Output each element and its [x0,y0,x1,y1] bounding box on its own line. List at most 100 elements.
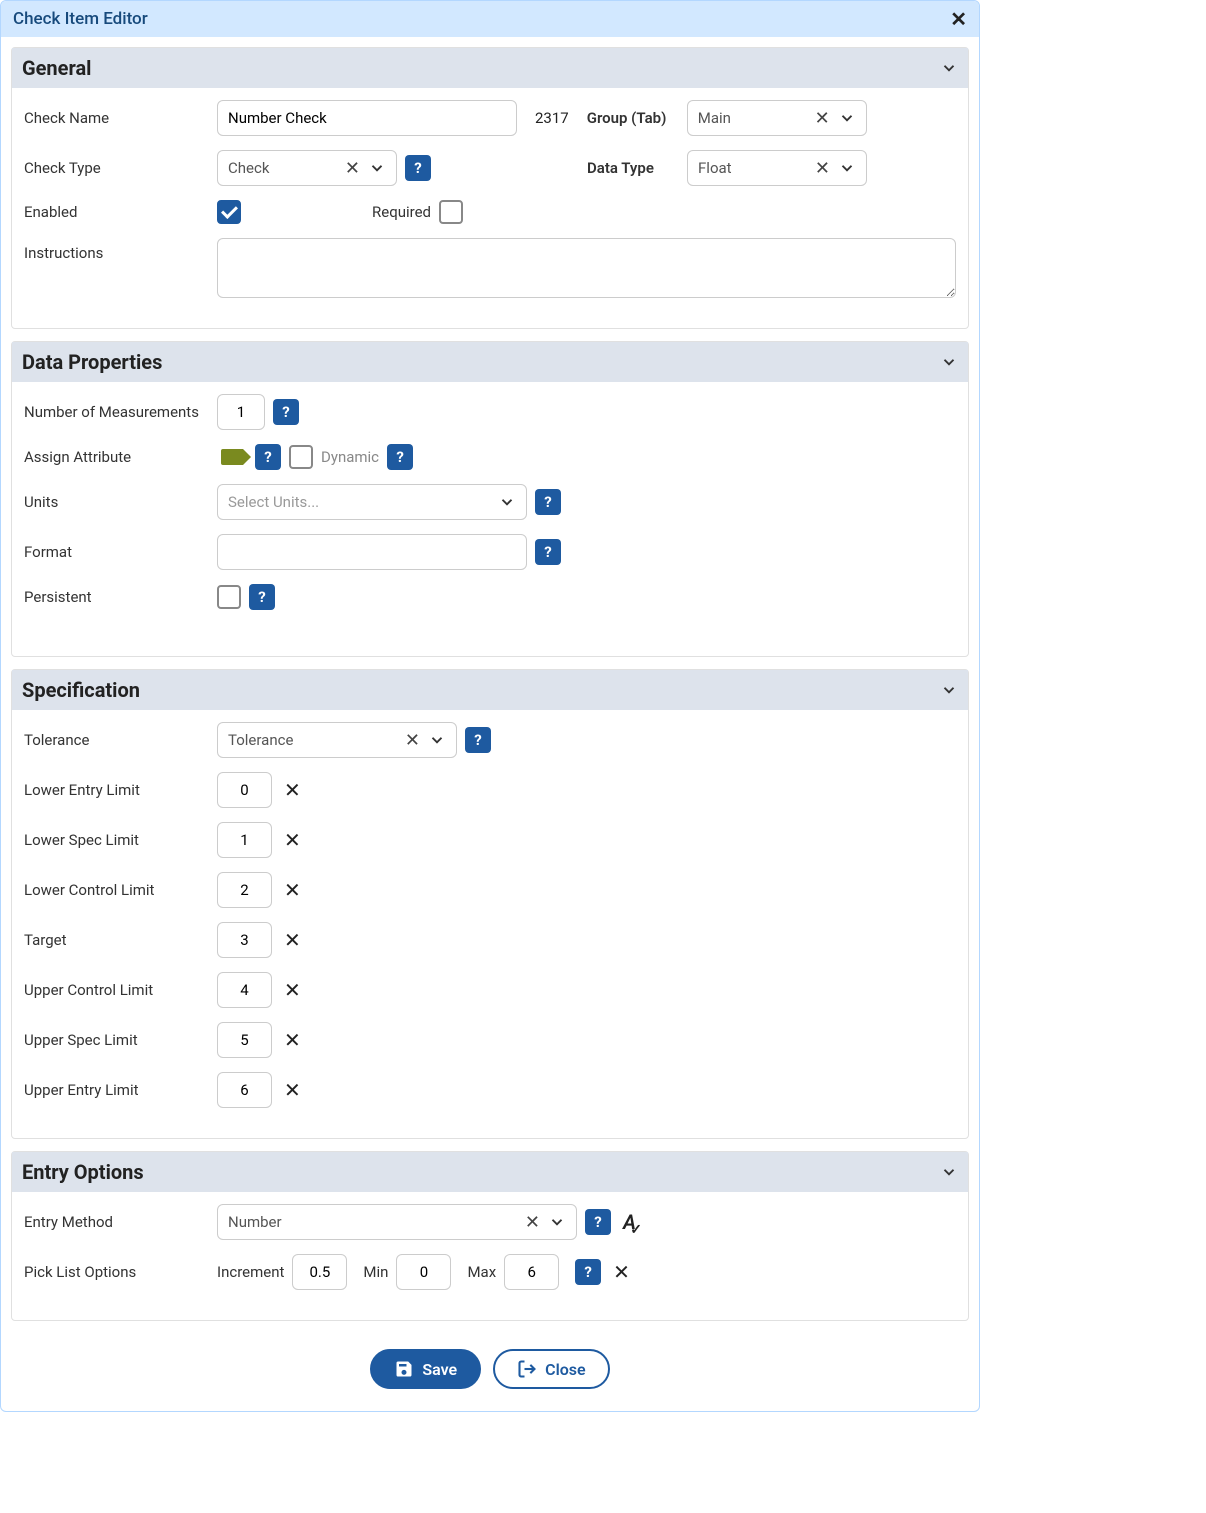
group-value: Main [698,109,811,127]
check-name-input[interactable] [217,100,517,136]
clear-icon[interactable]: ✕ [525,1212,540,1233]
clear-icon[interactable]: ✕ [280,978,305,1002]
help-icon[interactable]: ? [465,727,491,753]
max-input[interactable] [504,1254,559,1290]
check-type-label: Check Type [24,159,209,177]
spec-field-label: Upper Entry Limit [24,1081,209,1099]
units-label: Units [24,493,209,511]
save-icon [394,1359,414,1379]
check-type-value: Check [228,159,341,177]
help-icon[interactable]: ? [535,489,561,515]
data-type-label: Data Type [587,159,679,177]
chevron-down-icon [940,681,958,699]
entry-method-label: Entry Method [24,1213,209,1231]
num-measurements-label: Number of Measurements [24,403,209,421]
spec-field-label: Lower Entry Limit [24,781,209,799]
spec-field-input[interactable] [217,822,272,858]
clear-icon[interactable]: ✕ [815,158,830,179]
help-icon[interactable]: ? [387,444,413,470]
chevron-down-icon [940,1163,958,1181]
units-select[interactable]: Select Units... [217,484,527,520]
tag-icon[interactable] [217,449,247,465]
dialog-body: General Check Name 2317 Group (Tab) Main… [1,37,979,1411]
data-type-value: Float [698,159,811,177]
chevron-down-icon[interactable] [548,1213,566,1231]
specification-title: Specification [22,678,140,702]
entry-options-section: Entry Options Entry Method Number ✕ ? A … [11,1151,969,1321]
spec-field-label: Upper Spec Limit [24,1031,209,1049]
format-input[interactable] [217,534,527,570]
dialog-header: Check Item Editor ✕ [1,1,979,37]
spec-row: Upper Control Limit✕ [24,972,956,1008]
spec-field-label: Target [24,931,209,949]
spec-field-input[interactable] [217,1072,272,1108]
data-properties-section: Data Properties Number of Measurements ?… [11,341,969,657]
max-label: Max [467,1263,496,1281]
increment-input[interactable] [292,1254,347,1290]
general-section-header[interactable]: General [12,48,968,88]
clear-icon[interactable]: ✕ [280,1078,305,1102]
spec-row: Lower Entry Limit ✕ [24,772,956,808]
entry-method-value: Number [228,1213,521,1231]
data-properties-header[interactable]: Data Properties [12,342,968,382]
spec-field-input[interactable] [217,1022,272,1058]
enabled-checkbox[interactable] [217,200,241,224]
num-measurements-input[interactable] [217,394,265,430]
chevron-down-icon[interactable] [838,109,856,127]
data-type-select[interactable]: Float ✕ [687,150,867,186]
clear-icon[interactable]: ✕ [405,730,420,751]
spec-field-input[interactable] [217,922,272,958]
clear-icon[interactable]: ✕ [280,778,305,802]
help-icon[interactable]: ? [273,399,299,425]
save-button[interactable]: Save [370,1349,481,1389]
chevron-down-icon[interactable] [368,159,386,177]
group-select[interactable]: Main ✕ [687,100,867,136]
clear-icon[interactable]: ✕ [280,928,305,952]
check-item-editor-dialog: Check Item Editor ✕ General Check Name 2… [0,0,980,1412]
chevron-down-icon[interactable] [428,731,446,749]
chevron-down-icon[interactable] [838,159,856,177]
chevron-down-icon [940,59,958,77]
persistent-checkbox[interactable] [217,585,241,609]
min-input[interactable] [396,1254,451,1290]
dynamic-checkbox[interactable] [289,445,313,469]
clear-icon[interactable]: ✕ [280,828,305,852]
instructions-textarea[interactable] [217,238,956,298]
help-icon[interactable]: ? [585,1209,611,1235]
units-placeholder: Select Units... [228,493,494,511]
tolerance-select[interactable]: Tolerance ✕ [217,722,457,758]
min-label: Min [363,1263,388,1281]
entry-method-select[interactable]: Number ✕ [217,1204,577,1240]
close-button[interactable]: Close [493,1349,610,1389]
clear-icon[interactable]: ✕ [609,1260,634,1284]
entry-options-header[interactable]: Entry Options [12,1152,968,1192]
check-type-select[interactable]: Check ✕ [217,150,397,186]
help-icon[interactable]: ? [405,155,431,181]
enabled-label: Enabled [24,203,209,221]
increment-label: Increment [217,1263,284,1281]
spec-field-input[interactable] [217,772,272,808]
help-icon[interactable]: ? [255,444,281,470]
specification-section: Specification Tolerance Tolerance ✕ ? Lo… [11,669,969,1139]
clear-icon[interactable]: ✕ [280,1028,305,1052]
help-icon[interactable]: ? [535,539,561,565]
close-icon[interactable]: ✕ [950,9,967,29]
spec-row: Upper Spec Limit ✕ [24,1022,956,1058]
dialog-footer: Save Close [11,1333,969,1401]
help-icon[interactable]: ? [575,1259,601,1285]
specification-header[interactable]: Specification [12,670,968,710]
save-label: Save [422,1360,457,1379]
chevron-down-icon[interactable] [498,493,516,511]
clear-icon[interactable]: ✕ [280,878,305,902]
dynamic-label: Dynamic [321,448,379,466]
spec-field-input[interactable] [217,872,272,908]
help-icon[interactable]: ? [249,584,275,610]
clear-icon[interactable]: ✕ [345,158,360,179]
spec-field-label: Lower Control Limit [24,881,209,899]
clear-icon[interactable]: ✕ [815,108,830,129]
spec-field-input[interactable] [217,972,272,1008]
required-checkbox[interactable] [439,200,463,224]
spellcheck-icon[interactable]: A [623,1210,636,1234]
format-label: Format [24,543,209,561]
check-name-label: Check Name [24,109,209,127]
